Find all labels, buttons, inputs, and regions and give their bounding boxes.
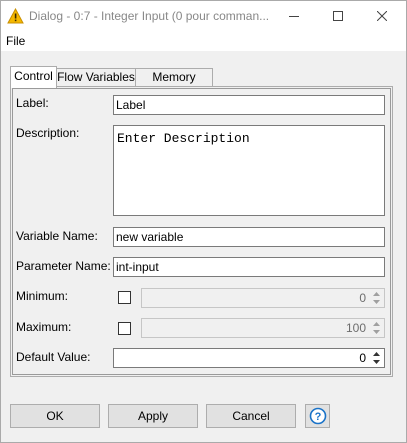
parameter-name-caption: Parameter Name: [16,259,111,273]
minimum-spinner-arrows[interactable] [369,290,383,306]
apply-button[interactable]: Apply [108,404,198,428]
help-button[interactable]: ? [305,404,330,428]
maximum-spinner-arrows[interactable] [369,320,383,336]
spin-down-icon[interactable] [369,328,383,336]
tab-control[interactable]: Control [10,66,57,88]
default-value-spinner-arrows[interactable] [369,350,383,366]
minimize-button[interactable] [272,1,316,31]
close-icon [377,11,387,21]
maximize-icon [333,11,343,21]
title-bar[interactable]: Dialog - 0:7 - Integer Input (0 pour com… [1,1,406,31]
minimum-value: 0 [359,291,366,305]
parameter-name-input[interactable]: int-input [113,257,385,277]
tab-flow-variables[interactable]: Flow Variables [56,68,136,87]
minimum-spinner[interactable]: 0 [141,288,385,308]
variable-name-caption: Variable Name: [16,229,98,243]
maximum-value: 100 [345,321,366,335]
default-value-caption: Default Value: [16,350,91,364]
maximum-checkbox[interactable] [118,322,131,335]
default-value: 0 [359,351,366,365]
label-input[interactable]: Label [113,95,385,115]
minimum-checkbox[interactable] [118,291,131,304]
label-caption: Label: [16,96,49,110]
cancel-button[interactable]: Cancel [206,404,296,428]
maximum-spinner[interactable]: 100 [141,318,385,338]
variable-name-input[interactable]: new variable [113,227,385,247]
close-button[interactable] [360,1,404,31]
tab-memory-policy[interactable]: Memory Policy [135,68,213,101]
ok-button[interactable]: OK [10,404,100,428]
minimize-icon [289,16,299,17]
default-value-spinner[interactable]: 0 [113,348,385,368]
spin-up-icon[interactable] [369,320,383,328]
minimum-caption: Minimum: [16,289,69,303]
warning-triangle-icon [7,8,24,24]
menu-bar: File [1,31,406,51]
spin-down-icon[interactable] [369,358,383,366]
maximum-caption: Maximum: [16,320,72,334]
description-textarea[interactable]: Enter Description [113,125,385,216]
window-title: Dialog - 0:7 - Integer Input (0 pour com… [29,9,270,23]
svg-text:?: ? [314,411,321,423]
maximize-button[interactable] [316,1,360,31]
help-question-icon: ? [309,407,326,425]
spin-down-icon[interactable] [369,298,383,306]
spin-up-icon[interactable] [369,350,383,358]
spin-up-icon[interactable] [369,290,383,298]
menu-file[interactable]: File [6,34,25,48]
description-caption: Description: [16,126,80,140]
